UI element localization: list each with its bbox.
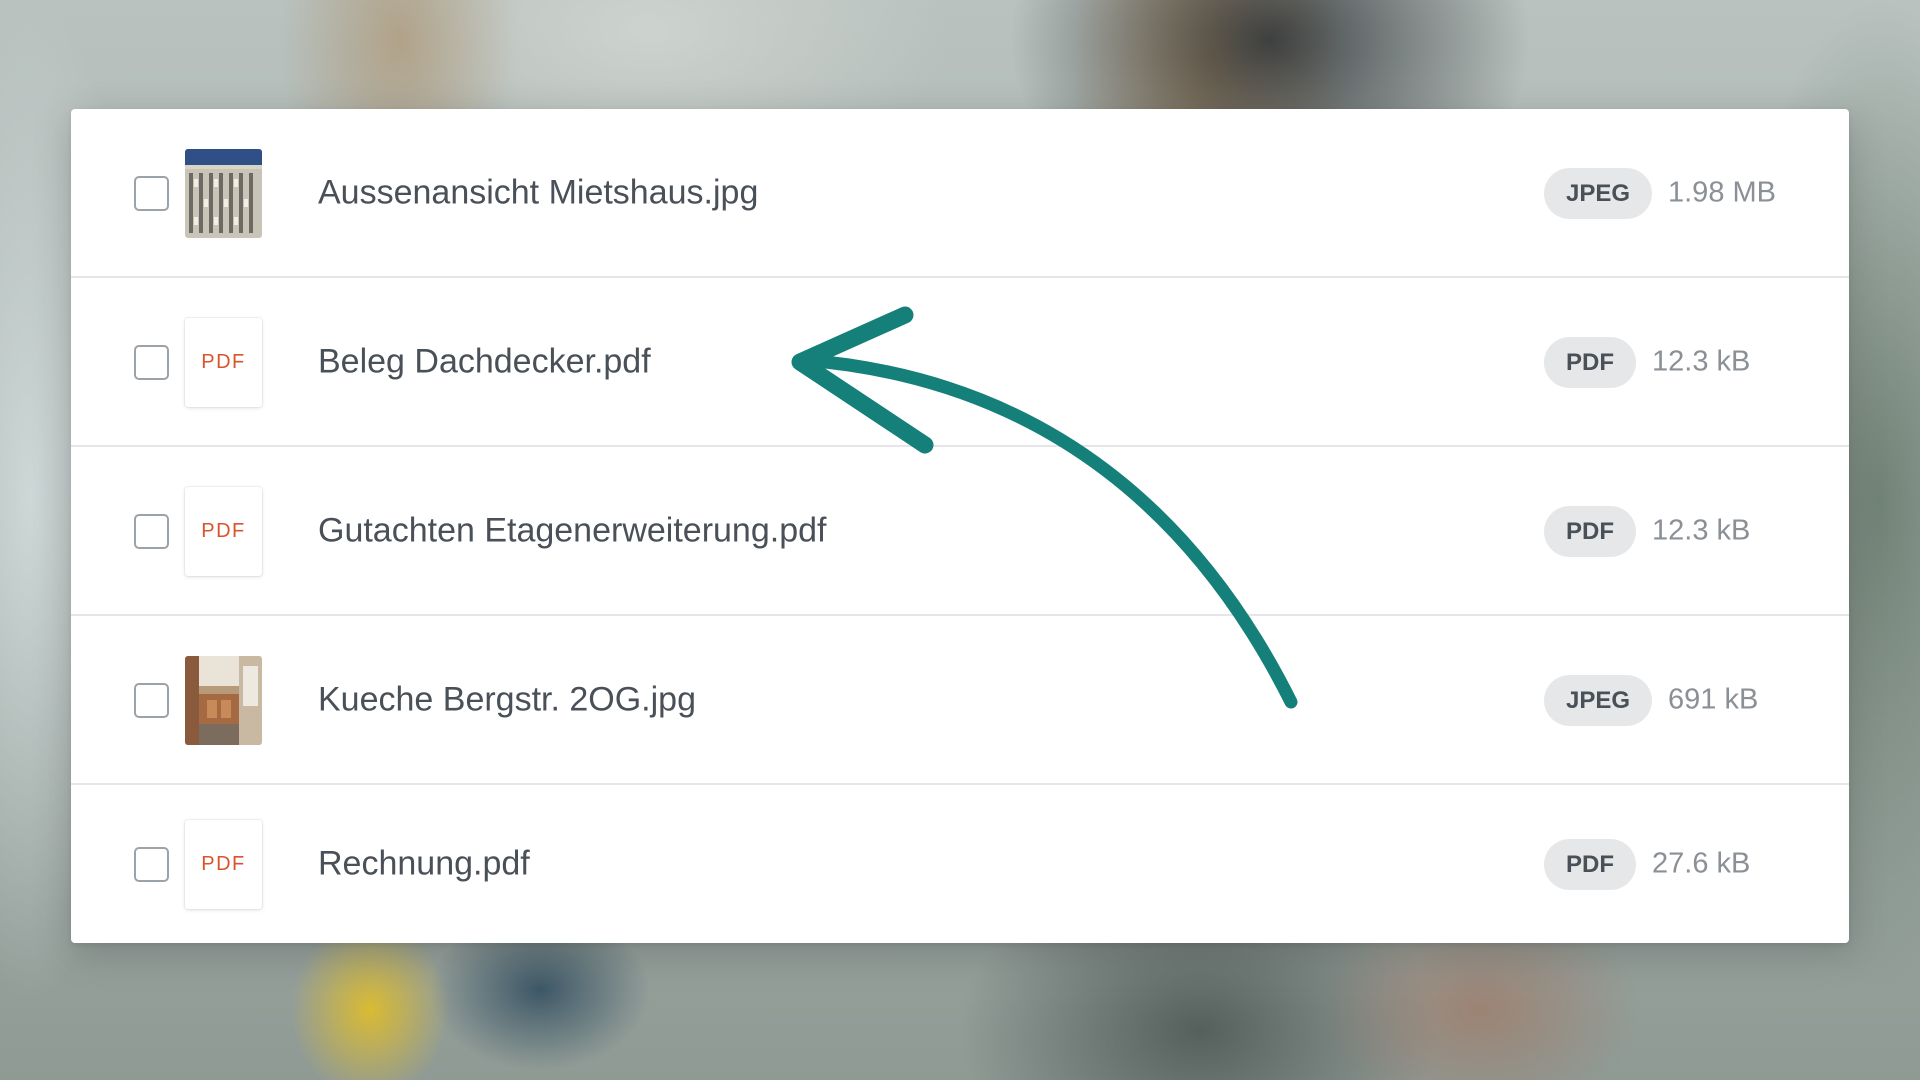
image-thumbnail[interactable] <box>185 655 262 745</box>
select-checkbox[interactable] <box>134 513 169 549</box>
kitchen-photo <box>185 655 262 745</box>
file-size: 27.6 kB <box>1652 847 1751 880</box>
building-facade-photo <box>185 148 262 238</box>
file-row[interactable]: Kueche Bergstr. 2OG.jpg JPEG 691 kB <box>71 616 1849 785</box>
file-size: 12.3 kB <box>1652 514 1751 546</box>
file-type-badge: PDF <box>1544 505 1636 557</box>
select-checkbox[interactable] <box>134 175 169 211</box>
file-type-badge: PDF <box>1544 336 1636 388</box>
file-size: 12.3 kB <box>1652 345 1751 377</box>
select-checkbox[interactable] <box>134 682 169 718</box>
pdf-thumb-label: PDF <box>201 519 246 542</box>
file-row[interactable]: PDF Beleg Dachdecker.pdf PDF 12.3 kB <box>71 278 1849 447</box>
file-name[interactable]: Kueche Bergstr. 2OG.jpg <box>318 680 696 719</box>
file-type-badge: JPEG <box>1544 167 1653 219</box>
select-checkbox[interactable] <box>134 344 169 380</box>
file-size: 1.98 MB <box>1668 176 1776 208</box>
pdf-icon[interactable]: PDF <box>185 486 262 576</box>
file-list: Aussenansicht Mietshaus.jpg JPEG 1.98 MB… <box>71 109 1849 943</box>
file-row[interactable]: PDF Gutachten Etagenerweiterung.pdf PDF … <box>71 447 1849 616</box>
pdf-thumb-label: PDF <box>201 350 246 373</box>
pdf-thumb-label: PDF <box>201 853 246 875</box>
file-name[interactable]: Gutachten Etagenerweiterung.pdf <box>318 511 826 550</box>
file-name[interactable]: Aussenansicht Mietshaus.jpg <box>318 173 758 212</box>
file-name[interactable]: Rechnung.pdf <box>318 845 530 884</box>
file-type-badge: JPEG <box>1544 674 1653 726</box>
pdf-icon[interactable]: PDF <box>185 317 262 407</box>
file-row[interactable]: PDF Rechnung.pdf PDF 27.6 kB <box>71 785 1849 943</box>
pdf-icon[interactable]: PDF <box>185 820 262 909</box>
file-row[interactable]: Aussenansicht Mietshaus.jpg JPEG 1.98 MB <box>71 109 1849 278</box>
select-checkbox[interactable] <box>134 847 169 882</box>
image-thumbnail[interactable] <box>185 148 262 238</box>
file-size: 691 kB <box>1668 683 1759 715</box>
file-type-badge: PDF <box>1544 839 1636 890</box>
file-name[interactable]: Beleg Dachdecker.pdf <box>318 342 651 381</box>
